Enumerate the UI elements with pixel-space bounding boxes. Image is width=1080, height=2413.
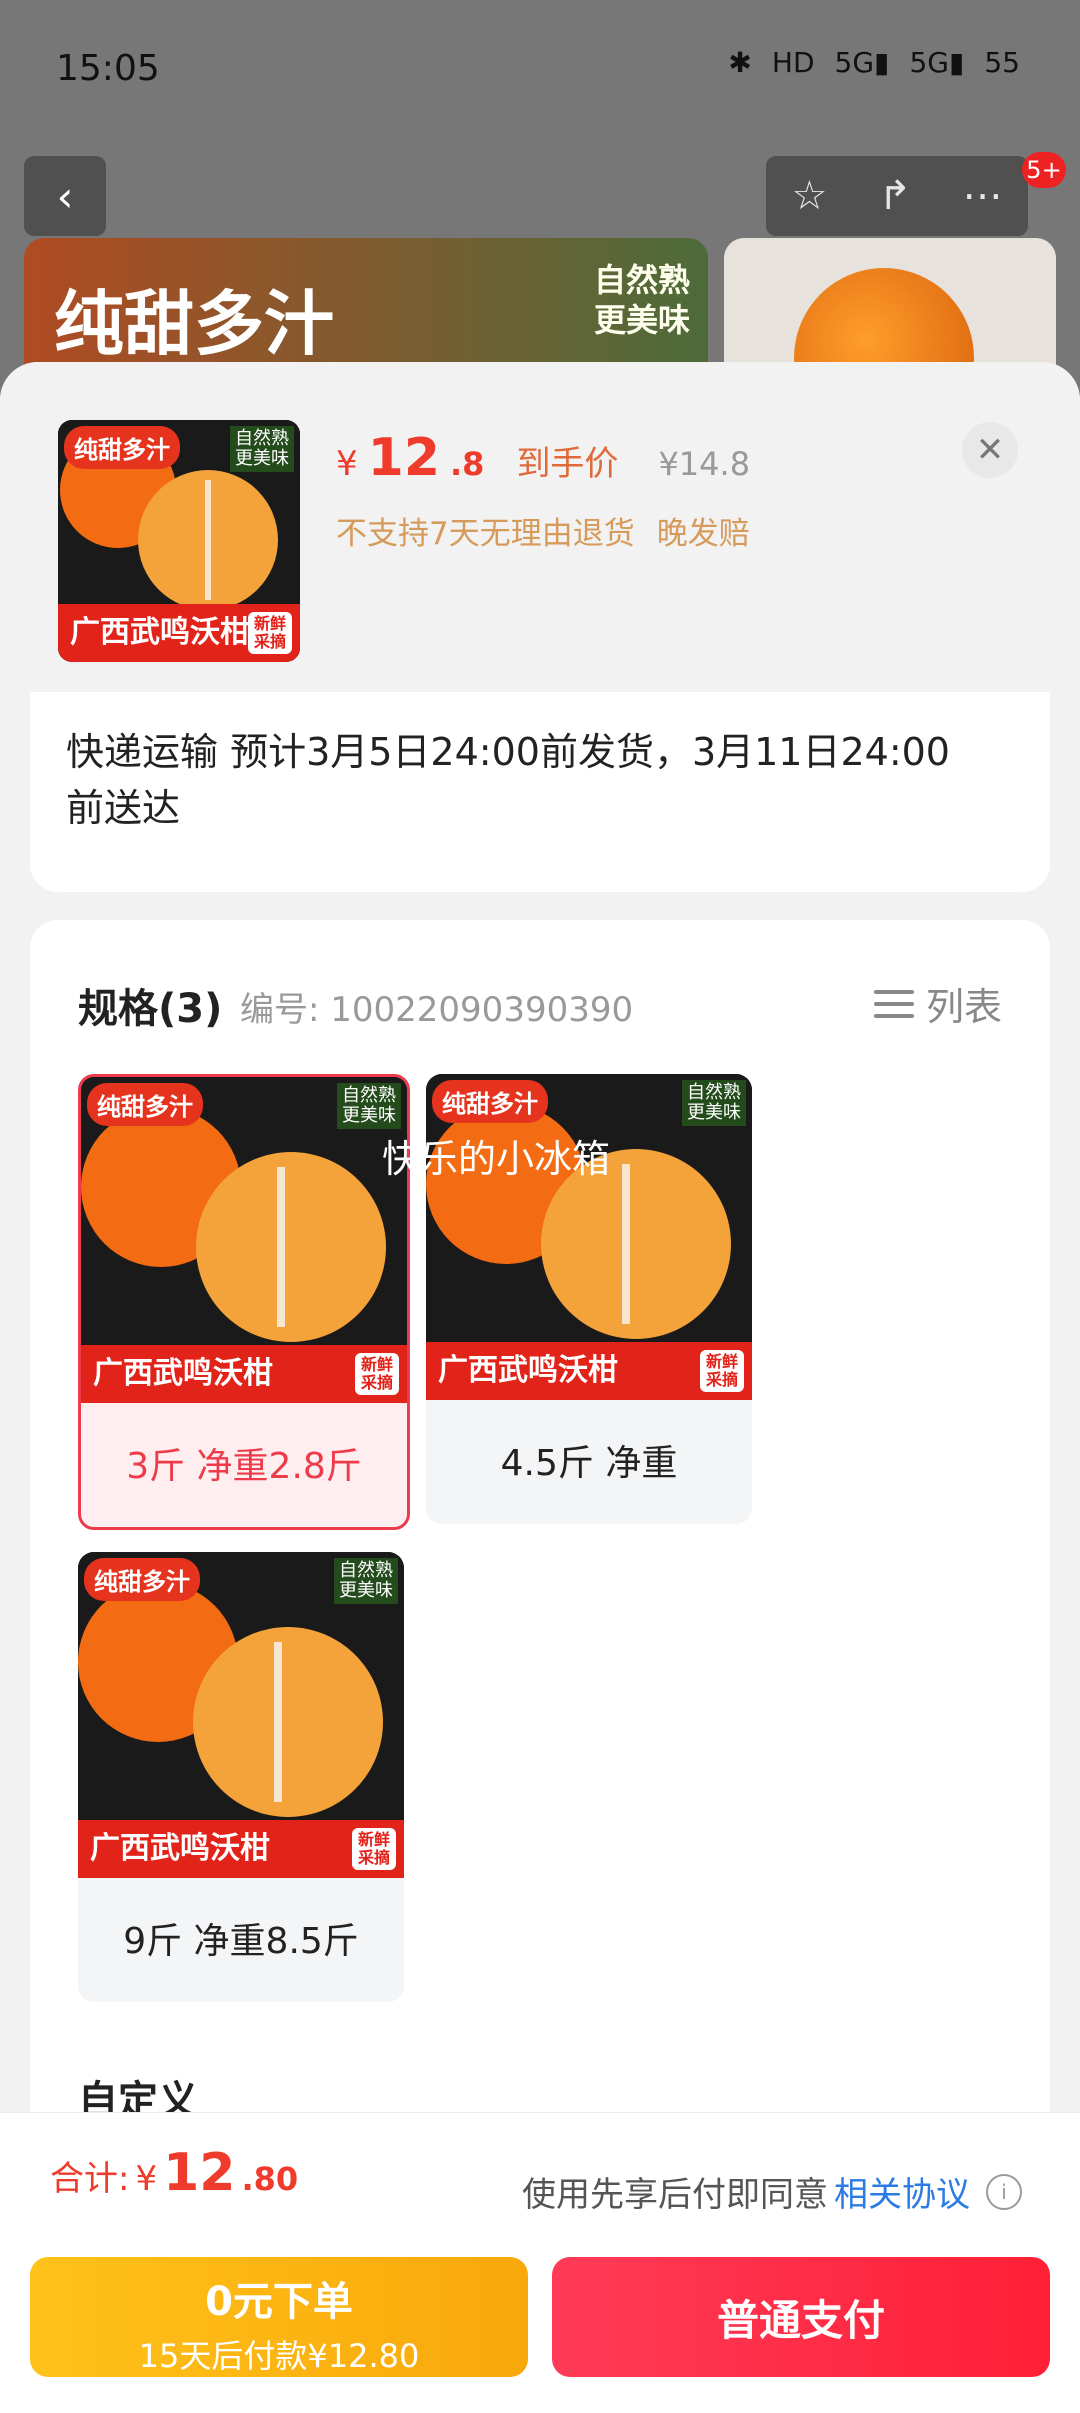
checkout-footer: 合计: ¥ 12 .80 使用先享后付即同意 相关协议 i 0元下单 15天后付… bbox=[0, 2112, 1080, 2413]
close-button[interactable]: ✕ bbox=[962, 422, 1018, 478]
spec-image: 纯甜多汁 自然熟 更美味 广西武鸣沃柑 新鲜 采摘 bbox=[78, 1552, 404, 1878]
top-actions: ☆ ↱ ⋯ bbox=[766, 156, 1028, 236]
agreement-prefix: 使用先享后付即同意 bbox=[522, 2175, 828, 2215]
watermark-text: 快乐的小冰箱 bbox=[382, 1137, 611, 1181]
bluetooth-icon: ✱ bbox=[728, 46, 752, 79]
star-icon[interactable]: ☆ bbox=[791, 173, 827, 219]
price-decimal: .8 bbox=[450, 445, 485, 483]
delivery-card: 快递运输 预计3月5日24:00前发货，3月11日24:00前送达 bbox=[30, 692, 1050, 892]
hd-icon: HD bbox=[771, 46, 815, 79]
return-policy: 不支持7天无理由退货 bbox=[336, 516, 635, 552]
product-badge: 纯甜多汁 bbox=[64, 426, 180, 469]
agreement-link[interactable]: 相关协议 bbox=[834, 2167, 970, 2216]
spec-title: 规格(3) bbox=[78, 986, 223, 1032]
policy-line: 不支持7天无理由退货 晚发赔 bbox=[336, 508, 750, 553]
spec-badge: 纯甜多汁 bbox=[432, 1080, 548, 1123]
zero-pay-button[interactable]: 0元下单 15天后付款¥12.80 bbox=[30, 2257, 528, 2377]
spec-option-label: 4.5斤 净重 bbox=[500, 1443, 678, 1484]
chevron-left-icon: ‹ bbox=[56, 171, 74, 221]
spec-badge-right: 自然熟 更美味 bbox=[682, 1080, 746, 1126]
fresh-tag: 新鲜 采摘 bbox=[354, 1353, 399, 1395]
product-thumbnail[interactable]: 纯甜多汁 自然熟 更美味 广西武鸣沃柑 新鲜 采摘 bbox=[58, 420, 300, 662]
share-icon[interactable]: ↱ bbox=[878, 173, 912, 219]
product-header: 纯甜多汁 自然熟 更美味 广西武鸣沃柑 新鲜 采摘 ¥ 12 .8 到手价 ¥1… bbox=[0, 362, 1080, 692]
normal-pay-button[interactable]: 普通支付 bbox=[552, 2257, 1050, 2377]
spec-option-label: 9斤 净重8.5斤 bbox=[123, 1921, 359, 1962]
spec-badge: 纯甜多汁 bbox=[84, 1558, 200, 1601]
info-icon[interactable]: i bbox=[986, 2173, 1022, 2210]
zero-pay-main: 0元下单 bbox=[205, 2279, 353, 2325]
signal-5g-icon: 5G▮ bbox=[909, 46, 965, 79]
price-line: ¥ 12 .8 到手价 ¥14.8 bbox=[336, 428, 750, 488]
price-area: ¥ 12 .8 到手价 ¥14.8 不支持7天无理由退货 晚发赔 bbox=[336, 428, 750, 553]
zero-pay-sub: 15天后付款¥12.80 bbox=[138, 2337, 420, 2375]
total-symbol: ¥ bbox=[135, 2159, 158, 2199]
spec-badge: 纯甜多汁 bbox=[87, 1083, 203, 1126]
total-integer: 12 bbox=[163, 2143, 236, 2203]
spec-image: 纯甜多汁 自然熟 更美味 广西武鸣沃柑 新鲜 采摘 bbox=[81, 1077, 407, 1403]
spec-badge-right: 自然熟 更美味 bbox=[337, 1083, 401, 1129]
fresh-tag: 新鲜 采摘 bbox=[699, 1350, 744, 1392]
agreement-text: 使用先享后付即同意 相关协议 i bbox=[522, 2167, 1022, 2216]
fresh-tag: 新鲜 采摘 bbox=[351, 1828, 396, 1870]
spec-option-label: 3斤 净重2.8斤 bbox=[126, 1446, 362, 1487]
more-icon[interactable]: ⋯ bbox=[963, 173, 1003, 219]
status-time: 15:05 bbox=[56, 48, 160, 89]
product-badge-right: 自然熟 更美味 bbox=[230, 426, 294, 472]
message-badge: 5+ bbox=[1022, 152, 1066, 188]
spec-option-1[interactable]: 纯甜多汁 自然熟 更美味 广西武鸣沃柑 新鲜 采摘 3斤 净重2.8斤 bbox=[78, 1074, 410, 1530]
spec-badge-right: 自然熟 更美味 bbox=[334, 1558, 398, 1604]
signal-5g-icon: 5G▮ bbox=[834, 46, 890, 79]
banner-text: 纯甜多汁 bbox=[54, 283, 334, 365]
spec-image: 纯甜多汁 自然熟 更美味 广西武鸣沃柑 新鲜 采摘 bbox=[426, 1074, 752, 1400]
list-icon bbox=[873, 986, 914, 1022]
spec-code: 编号: 10022090390390 bbox=[240, 990, 634, 1030]
fresh-tag: 新鲜 采摘 bbox=[247, 612, 292, 654]
back-button[interactable]: ‹ bbox=[24, 156, 106, 236]
list-label: 列表 bbox=[925, 985, 1002, 1029]
battery-icon: 55 bbox=[984, 46, 1020, 79]
price-integer: 12 bbox=[367, 428, 441, 488]
total-label: 合计: bbox=[50, 2159, 130, 2199]
original-price: ¥14.8 bbox=[658, 445, 751, 483]
status-icons: ✱ HD 5G▮ 5G▮ 55 bbox=[728, 46, 1020, 79]
price-symbol: ¥ bbox=[336, 444, 358, 484]
close-icon: ✕ bbox=[975, 430, 1005, 470]
delivery-text: 快递运输 预计3月5日24:00前发货，3月11日24:00前送达 bbox=[66, 730, 950, 830]
banner-tag: 自然熟 更美味 bbox=[593, 261, 690, 339]
list-view-toggle[interactable]: 列表 bbox=[873, 976, 1002, 1031]
status-bar: 15:05 ✱ HD 5G▮ 5G▮ 55 bbox=[0, 0, 1080, 140]
late-delivery-policy: 晚发赔 bbox=[656, 516, 750, 552]
total-decimal: .80 bbox=[241, 2160, 299, 2198]
spec-option-3[interactable]: 纯甜多汁 自然熟 更美味 广西武鸣沃柑 新鲜 采摘 9斤 净重8.5斤 bbox=[78, 1552, 404, 2002]
total-price: 合计: ¥ 12 .80 bbox=[50, 2143, 298, 2203]
price-note: 到手价 bbox=[516, 444, 619, 484]
